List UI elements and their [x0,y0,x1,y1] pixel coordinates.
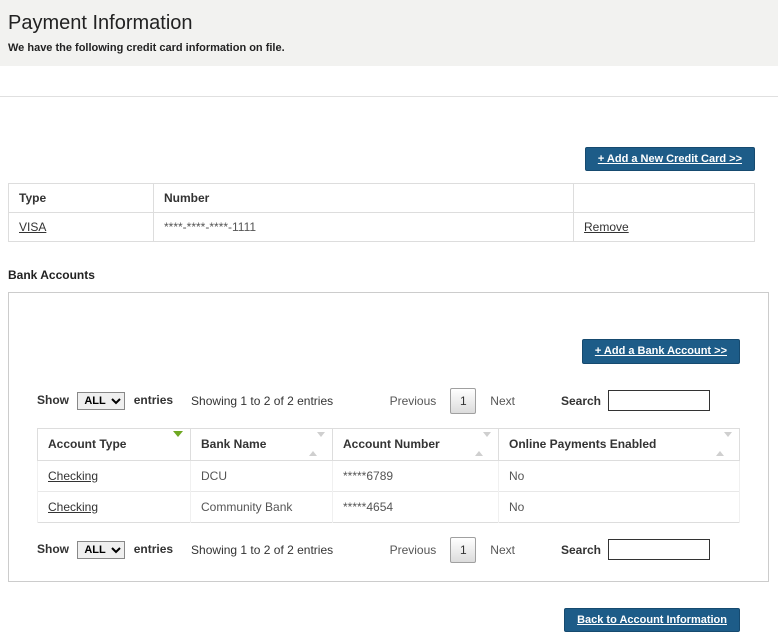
bank-accounts-panel: + Add a Bank Account >> Show ALL entries… [8,292,769,581]
bank-button-row: + Add a Bank Account >> [37,339,740,363]
pagination-bottom: Previous 1 Next [384,537,521,563]
page-title: Payment Information [8,12,770,35]
account-type-cell: Checking [38,460,191,491]
back-to-account-information-button[interactable]: Back to Account Information [564,608,740,632]
page-header: Payment Information We have the followin… [0,0,778,66]
entries-select-top[interactable]: ALL [77,392,125,410]
showing-entries-info-bottom: Showing 1 to 2 of 2 entries [191,543,333,557]
entries-select-bottom[interactable]: ALL [77,541,125,559]
showing-entries-info-top: Showing 1 to 2 of 2 entries [191,394,333,408]
credit-card-table: Type Number VISA ****-****-****-1111 Rem… [8,183,755,242]
page-1-button-bottom[interactable]: 1 [450,537,476,563]
previous-button-bottom[interactable]: Previous [384,539,443,561]
header-divider [0,96,778,97]
online-payments-cell: No [499,491,740,522]
column-bank-name[interactable]: Bank Name [191,428,333,460]
remove-credit-card-link[interactable]: Remove [584,220,629,234]
account-type-link[interactable]: Checking [48,469,98,483]
pagination-top: Previous 1 Next [384,388,521,414]
cc-column-number: Number [154,184,574,213]
account-type-cell: Checking [38,491,191,522]
payment-information-page: Payment Information We have the followin… [0,0,778,632]
cc-column-type: Type [9,184,154,213]
bank-name-cell: DCU [191,460,333,491]
bank-accounts-table: Account Type Bank Name Account Number On… [37,428,740,523]
account-number-cell: *****6789 [333,460,499,491]
page-1-button-top[interactable]: 1 [450,388,476,414]
search-label: Search [561,543,601,557]
credit-card-header-row: Type Number [9,184,755,213]
next-button-bottom[interactable]: Next [484,539,521,561]
table-controls-bottom: Show ALL entries Showing 1 to 2 of 2 ent… [37,537,740,563]
credit-card-section: + Add a New Credit Card >> Type Number V… [8,147,755,242]
cc-column-action [574,184,755,213]
table-row: Checking Community Bank *****4654 No [38,491,740,522]
account-type-link[interactable]: Checking [48,500,98,514]
search-input-top[interactable] [608,390,710,411]
show-label: Show [37,393,69,407]
bank-accounts-label: Bank Accounts [8,268,770,282]
column-account-type[interactable]: Account Type [38,428,191,460]
table-controls-top: Show ALL entries Showing 1 to 2 of 2 ent… [37,388,740,414]
bank-header-row: Account Type Bank Name Account Number On… [38,428,740,460]
search-control-top: Search [561,390,710,411]
credit-card-button-row: + Add a New Credit Card >> [8,147,755,171]
entries-label: entries [134,393,173,407]
column-account-number[interactable]: Account Number [333,428,499,460]
page-subtitle: We have the following credit card inform… [8,42,770,54]
show-label: Show [37,542,69,556]
bank-name-cell: Community Bank [191,491,333,522]
entries-length-control-top: Show ALL entries [37,392,173,410]
credit-card-number: ****-****-****-1111 [154,213,574,242]
online-payments-cell: No [499,460,740,491]
footer-button-row: Back to Account Information [0,608,740,632]
entries-label: entries [134,542,173,556]
next-button-top[interactable]: Next [484,390,521,412]
credit-card-type-link[interactable]: VISA [19,220,46,234]
add-credit-card-button[interactable]: + Add a New Credit Card >> [585,147,755,171]
table-row: VISA ****-****-****-1111 Remove [9,213,755,242]
search-control-bottom: Search [561,539,710,560]
search-label: Search [561,394,601,408]
account-number-cell: *****4654 [333,491,499,522]
add-bank-account-button[interactable]: + Add a Bank Account >> [582,339,740,363]
entries-length-control-bottom: Show ALL entries [37,541,173,559]
table-row: Checking DCU *****6789 No [38,460,740,491]
cc-type-cell: VISA [9,213,154,242]
cc-action-cell: Remove [574,213,755,242]
column-online-payments[interactable]: Online Payments Enabled [499,428,740,460]
search-input-bottom[interactable] [608,539,710,560]
previous-button-top[interactable]: Previous [384,390,443,412]
